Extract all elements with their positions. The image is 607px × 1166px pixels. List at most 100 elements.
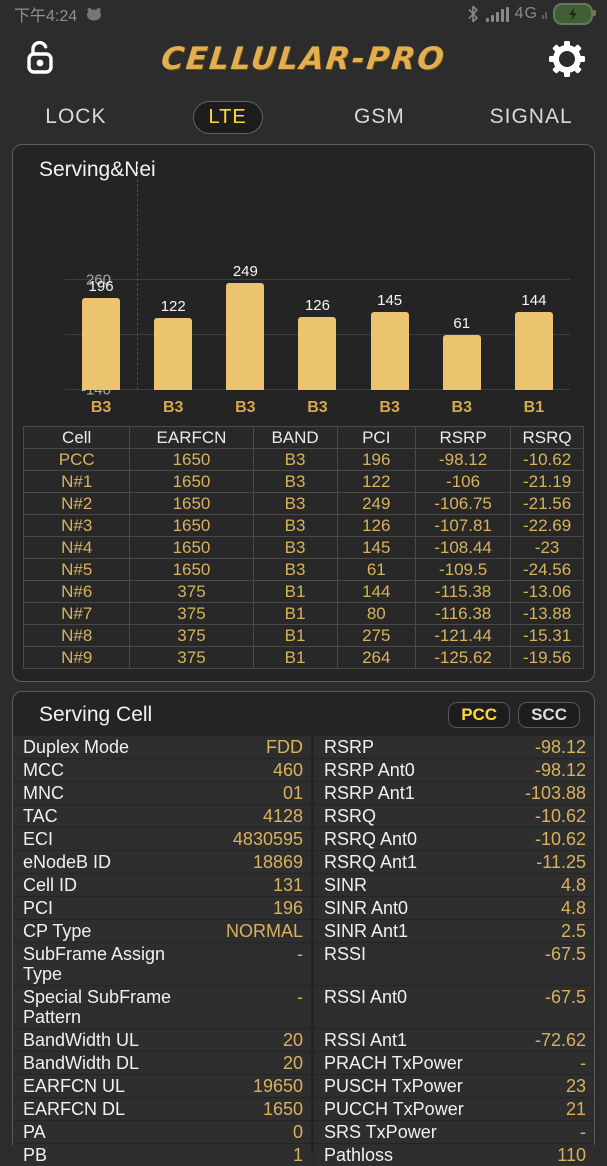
kv-cell: PRACH TxPower- [314,1052,594,1074]
kv-key: RSSI Ant0 [324,987,407,1007]
kv-value: - [297,987,303,1007]
kv-cell: RSSI -67.5 [314,943,594,985]
nei-column-header: Cell [24,427,130,449]
bar [154,318,192,390]
kv-value: 23 [566,1076,586,1096]
table-cell: B3 [253,559,337,581]
table-cell: 1650 [130,559,253,581]
kv-cell: EARFCN UL 19650 [13,1075,311,1097]
kv-cell: RSRQ Ant1-11.25 [314,851,594,873]
kv-key: SINR [324,875,367,895]
kv-value: -103.88 [525,783,586,803]
chart-plot-area: 26060-140196B3122B3249B3126B3145B361B314… [65,190,570,390]
kv-row: Duplex ModeFDDRSRP-98.12 [13,736,594,758]
kv-key: SRS TxPower [324,1122,437,1142]
kv-key: RSRP Ant1 [324,783,415,803]
bar-value-label: 249 [233,263,258,280]
kv-cell: SINR Ant04.8 [314,897,594,919]
scc-button[interactable]: SCC [518,702,580,728]
table-cell: -107.81 [415,515,510,537]
kv-key: MNC [23,783,64,803]
kv-key: PA [23,1122,46,1142]
bar-band-label: B3 [452,399,472,417]
table-cell: B1 [253,581,337,603]
kv-row: MCC460RSRP Ant0-98.12 [13,759,594,781]
bar-value-label: 61 [453,315,470,332]
table-cell: -19.56 [511,647,584,669]
pcc-button[interactable]: PCC [448,702,510,728]
tab-lte[interactable]: LTE [193,101,263,134]
kv-key: Duplex Mode [23,737,129,757]
table-cell: B1 [253,625,337,647]
kv-key: PUSCH TxPower [324,1076,463,1096]
unlock-button[interactable] [20,39,60,79]
nei-column-header: RSRQ [511,427,584,449]
table-cell: B3 [253,537,337,559]
bar [515,312,553,390]
kv-key: RSRP Ant0 [324,760,415,780]
gear-icon: (function(){var g=document.getElementByI… [549,41,585,77]
kv-key: RSSI [324,944,366,964]
kv-value: 4.8 [561,875,586,895]
tab-signal[interactable]: SIGNAL [490,105,573,129]
kv-key: MCC [23,760,64,780]
table-cell: -13.88 [511,603,584,625]
table-cell: -22.69 [511,515,584,537]
kv-key: EARFCN DL [23,1099,125,1119]
kv-cell: PA0 [13,1121,311,1143]
kv-value: -67.5 [545,944,586,964]
notification-icon [85,7,103,21]
nei-column-header: RSRP [415,427,510,449]
kv-row: BandWidth UL20RSSI Ant1-72.62 [13,1029,594,1051]
table-cell: N#5 [24,559,130,581]
bar [298,317,336,390]
table-cell: 1650 [130,537,253,559]
kv-value: 19650 [253,1076,303,1096]
kv-cell: TAC4128 [13,805,311,827]
kv-value: 110 [557,1145,586,1165]
sim2-signal-icon [542,10,547,19]
kv-row: Special SubFrame Pattern-RSSI Ant0-67.5 [13,986,594,1028]
kv-cell: SINR Ant1 2.5 [314,920,594,942]
kv-value: 1 [293,1145,303,1165]
kv-key: EARFCN UL [23,1076,125,1096]
unlock-icon [22,40,58,78]
table-cell: 275 [337,625,415,647]
table-cell: -108.44 [415,537,510,559]
kv-value: 2.5 [561,921,586,941]
table-cell: 122 [337,471,415,493]
kv-value: 18869 [253,852,303,872]
kv-value: -98.12 [535,760,586,780]
bar-value-label: 145 [377,292,402,309]
table-cell: 1650 [130,449,253,471]
table-cell: -106 [415,471,510,493]
kv-cell: RSRQ-10.62 [314,805,594,827]
kv-value: 4830595 [233,829,303,849]
kv-key: CP Type [23,921,91,941]
bar [371,312,409,390]
kv-row: PA0SRS TxPower- [13,1121,594,1143]
kv-row: PB1Pathloss110 [13,1144,594,1166]
kv-cell: EARFCN DL1650 [13,1098,311,1120]
settings-button[interactable]: (function(){var g=document.getElementByI… [547,39,587,79]
kv-key: Cell ID [23,875,77,895]
kv-value: 21 [566,1099,586,1119]
kv-value: -11.25 [536,852,586,872]
tab-lock[interactable]: LOCK [45,105,106,129]
kv-key: SINR Ant1 [324,921,408,941]
kv-row: PCI196SINR Ant04.8 [13,897,594,919]
nei-column-header: BAND [253,427,337,449]
nei-column-header: PCI [337,427,415,449]
table-cell: -116.38 [415,603,510,625]
kv-key: SINR Ant0 [324,898,408,918]
table-row: N#31650B3126-107.81-22.69 [24,515,584,537]
table-row: N#41650B3145-108.44-23 [24,537,584,559]
kv-cell: Duplex ModeFDD [13,736,311,758]
bar-band-label: B3 [235,399,255,417]
table-cell: 61 [337,559,415,581]
network-type-label: 4G [515,5,538,23]
bar-column: 61B3 [426,190,498,390]
kv-cell: PCI196 [13,897,311,919]
tab-gsm[interactable]: GSM [354,105,405,129]
table-cell: -98.12 [415,449,510,471]
